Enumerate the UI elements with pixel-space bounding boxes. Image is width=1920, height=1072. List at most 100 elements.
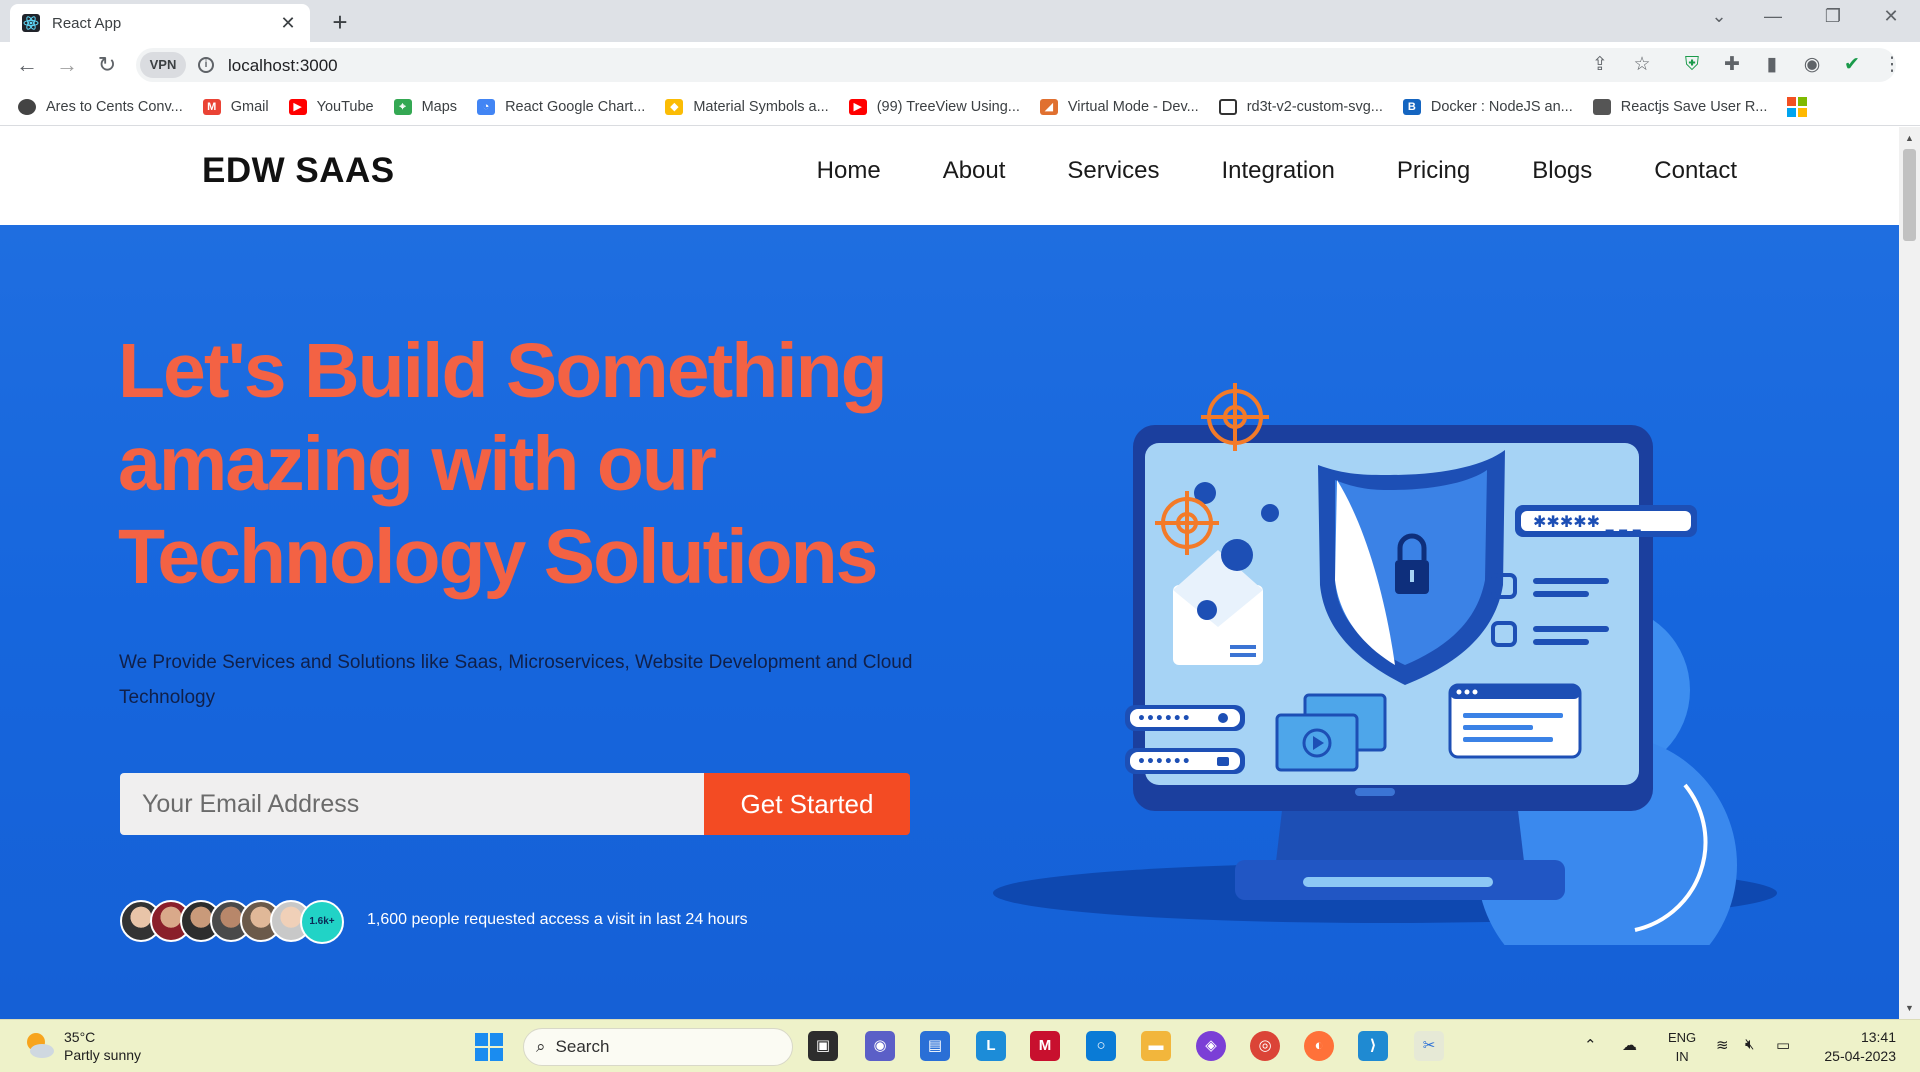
bookmark-label: Gmail [230, 98, 269, 115]
bookmarks-bar: Ares to Cents Conv... M Gmail ▶ YouTube ⌖ M… [0, 88, 1920, 126]
nav-blogs[interactable]: Blogs [1532, 157, 1592, 185]
menu-icon[interactable]: ⋮ [1878, 50, 1906, 80]
security-extension-icon[interactable]: ✔ [1838, 50, 1866, 80]
tray-overflow-icon[interactable]: ⌃ [1584, 1036, 1597, 1054]
language-indicator[interactable]: ENG IN [1668, 1028, 1696, 1066]
vscode-icon[interactable]: ⟩ [1358, 1031, 1388, 1061]
close-window-icon[interactable]: ✕ [1876, 6, 1906, 27]
bookmark-item[interactable]: ⌖ Maps [393, 98, 457, 115]
bookmark-label: (99) TreeView Using... [876, 98, 1020, 115]
maps-icon: ⌖ [393, 98, 412, 115]
store-icon[interactable]: ▤ [920, 1031, 950, 1061]
bookmark-label: Material Symbols a... [693, 98, 829, 115]
alexa-icon[interactable]: ○ [1086, 1031, 1116, 1061]
close-tab-icon[interactable]: ✕ [278, 13, 298, 34]
gmail-icon: M [202, 98, 221, 115]
nav-contact[interactable]: Contact [1654, 157, 1737, 185]
avatar-count-badge: 1.6k+ [300, 900, 344, 944]
browser-toolbar: ← → ↻ VPN i localhost:3000 ⇪ ☆ ⛨ ✚ ▮ ◉ ✔… [0, 42, 1920, 88]
bookmark-label: Virtual Mode - Dev... [1067, 98, 1199, 115]
svg-text:✱✱✱✱✱ _ _ _: ✱✱✱✱✱ _ _ _ [1533, 512, 1641, 531]
windows-start-icon[interactable] [474, 1032, 504, 1062]
bookmark-item[interactable]: ◔ React Google Chart... [477, 98, 646, 115]
svg-text:••••••: •••••• [1137, 711, 1191, 727]
signup-form: Get Started [120, 773, 910, 835]
region-code: IN [1675, 1049, 1689, 1064]
page-scrollbar[interactable]: ▲ ▼ [1899, 127, 1920, 1019]
sidepanel-icon[interactable]: ▮ [1758, 50, 1786, 80]
forward-icon[interactable]: → [52, 52, 82, 78]
bookmark-item[interactable]: ◆ Material Symbols a... [665, 98, 829, 115]
extensions-icon[interactable]: ✚ [1718, 50, 1746, 80]
nav-about[interactable]: About [943, 157, 1006, 185]
email-input[interactable] [120, 773, 704, 835]
bookmark-item[interactable]: M Gmail [202, 98, 269, 115]
microsoft-icon [1787, 96, 1808, 117]
material-symbols-icon: ◆ [665, 98, 684, 115]
clock-date: 25-04-2023 [1824, 1048, 1896, 1064]
firefox-icon[interactable]: ◐ [1304, 1031, 1334, 1061]
url-text[interactable]: localhost:3000 [228, 56, 338, 76]
scroll-down-icon[interactable]: ▼ [1899, 1003, 1920, 1013]
taskbar-search[interactable]: ⌕ Search [523, 1028, 793, 1066]
wifi-icon[interactable]: ≋ [1716, 1036, 1729, 1054]
vpn-badge[interactable]: VPN [140, 52, 186, 78]
youtube-icon: ▶ [288, 98, 307, 115]
hero-subtitle: We Provide Services and Solutions like S… [119, 652, 913, 708]
chrome-icon[interactable]: ◎ [1250, 1031, 1280, 1061]
tab-search-icon[interactable]: ⌄ [1704, 6, 1734, 27]
bookmark-star-icon[interactable]: ☆ [1628, 50, 1656, 80]
teams-chat-icon[interactable]: ◉ [865, 1031, 895, 1061]
task-view-icon[interactable]: ▣ [808, 1031, 838, 1061]
weather-desc: Partly sunny [64, 1047, 142, 1063]
nav-integration[interactable]: Integration [1221, 157, 1334, 185]
bookmark-label: rd3t-v2-custom-svg... [1246, 98, 1383, 115]
share-icon[interactable]: ⇪ [1586, 50, 1614, 80]
shield-extension-icon[interactable]: ⛨ [1678, 50, 1706, 80]
hero-title: Let's Build Something amazing with our T… [118, 325, 958, 604]
get-started-button[interactable]: Get Started [704, 773, 910, 835]
reload-icon[interactable]: ↻ [92, 52, 122, 78]
bookmark-item[interactable]: ▶ (99) TreeView Using... [848, 98, 1020, 115]
bookmark-item[interactable]: ▶ YouTube [288, 98, 374, 115]
page-icon [1218, 98, 1237, 115]
bookmark-item[interactable]: Ares to Cents Conv... [18, 98, 183, 115]
browser-tab[interactable]: React App ✕ [10, 4, 310, 42]
system-clock[interactable]: 13:41 25-04-2023 [1824, 1028, 1896, 1066]
minimize-icon[interactable]: — [1758, 6, 1788, 27]
l-app-icon[interactable]: L [976, 1031, 1006, 1061]
profile-icon[interactable]: ◉ [1798, 50, 1826, 80]
battery-icon[interactable]: ▭ [1776, 1036, 1790, 1054]
security-monitor-illustration: ✱✱✱✱✱ _ _ _ •••••• •••••• [993, 383, 1777, 945]
nav-pricing[interactable]: Pricing [1397, 157, 1470, 185]
apps-grid-item[interactable] [1787, 96, 1808, 117]
restore-icon[interactable]: ❐ [1818, 6, 1848, 27]
youtube-icon: ▶ [848, 98, 867, 115]
bookmark-item[interactable]: rd3t-v2-custom-svg... [1218, 98, 1383, 115]
back-icon[interactable]: ← [12, 52, 42, 78]
windows-taskbar: 35°C Partly sunny ⌕ Search ▣ ◉ ▤ L M ○ ▬… [0, 1019, 1920, 1072]
partly-sunny-icon [27, 1033, 54, 1058]
nav-home[interactable]: Home [817, 157, 881, 185]
mcafee-icon[interactable]: M [1030, 1031, 1060, 1061]
weather-widget[interactable]: 35°C Partly sunny [22, 1028, 141, 1064]
tab-title: React App [52, 14, 122, 32]
site-logo[interactable]: EDW SAAS [202, 151, 395, 191]
onedrive-icon[interactable]: ☁ [1622, 1036, 1637, 1054]
bookmark-label: React Google Chart... [505, 98, 646, 115]
nav-services[interactable]: Services [1067, 157, 1159, 185]
new-tab-button[interactable]: + [326, 7, 354, 38]
volume-muted-icon[interactable]: 🔇︎ [1745, 1036, 1754, 1053]
search-icon: ⌕ [536, 1037, 546, 1056]
clock-time: 13:41 [1860, 1029, 1896, 1045]
avatar-group: 1.6k+ [120, 900, 344, 944]
file-explorer-icon[interactable]: ▬ [1141, 1031, 1171, 1061]
bookmark-item[interactable]: ◢ Virtual Mode - Dev... [1039, 98, 1199, 115]
site-info-icon[interactable]: i [198, 57, 214, 73]
bookmark-item[interactable]: B Docker : NodeJS an... [1402, 98, 1573, 115]
scroll-up-icon[interactable]: ▲ [1899, 133, 1920, 143]
bookmark-item[interactable]: Reactjs Save User R... [1592, 98, 1767, 115]
scroll-thumb[interactable] [1903, 149, 1916, 241]
brave-icon[interactable]: ◈ [1196, 1031, 1226, 1061]
snipping-tool-icon[interactable]: ✂ [1414, 1031, 1444, 1061]
